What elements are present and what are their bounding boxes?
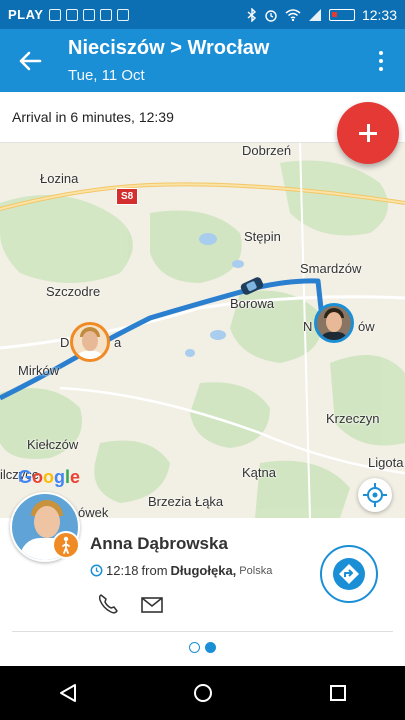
walking-badge	[52, 531, 80, 559]
google-logo: Google	[18, 467, 81, 487]
clock-icon	[90, 564, 103, 577]
map-label: ówek	[78, 505, 109, 518]
directions-icon	[339, 564, 359, 584]
crosshair-icon	[363, 483, 387, 507]
more-menu-icon[interactable]	[371, 49, 391, 73]
back-arrow-icon[interactable]	[16, 47, 44, 75]
driver-avatar-pin[interactable]	[314, 303, 354, 343]
home-nav-icon[interactable]	[191, 681, 215, 705]
pickup-time: 12:18	[106, 563, 139, 578]
app-notification-icon	[83, 8, 96, 21]
passenger-avatar-pin[interactable]	[70, 322, 110, 362]
navigate-button[interactable]	[320, 545, 378, 603]
mail-icon[interactable]	[140, 596, 164, 614]
recents-nav-icon[interactable]	[326, 681, 350, 705]
phone-icon[interactable]	[96, 592, 120, 616]
pickup-place: Długołęka,	[170, 563, 237, 578]
page-dot[interactable]	[189, 642, 200, 653]
clock: 12:33	[361, 6, 397, 23]
map-label: a	[114, 335, 122, 350]
arrival-text: Arrival in 6 minutes, 12:39	[12, 109, 174, 125]
map-label: Ligota	[368, 455, 404, 470]
status-bar: PLAY 12:33	[0, 0, 405, 29]
person-name: Anna Dąbrowska	[90, 534, 228, 553]
my-location-button[interactable]	[358, 478, 392, 512]
gallery-icon	[117, 8, 130, 21]
notification-icon	[49, 8, 62, 21]
map-label: Kiełczów	[27, 437, 79, 452]
page-dot-active[interactable]	[205, 642, 216, 653]
bluetooth-icon	[247, 7, 256, 22]
map-label: Szczodre	[46, 284, 101, 299]
map-label: D	[60, 335, 70, 350]
map-label: Smardzów	[300, 261, 362, 276]
map-label: Mirków	[18, 363, 60, 378]
from-word: from	[141, 563, 168, 578]
map-label: Dobrzeń	[242, 143, 292, 158]
map-label: Stępin	[244, 229, 281, 244]
page-subtitle: Tue, 11 Oct	[68, 67, 145, 84]
divider	[12, 631, 393, 632]
map-label: Łozina	[40, 171, 79, 186]
map-view[interactable]: S8 Dobrzeń Łozina Stępin Smardzów Szczod…	[0, 143, 405, 518]
map-label: Krzeczyn	[326, 411, 380, 426]
map-label: ów	[358, 319, 375, 334]
facebook-icon	[100, 8, 113, 21]
map-label: Borowa	[230, 296, 275, 311]
pickup-country: Polska	[239, 564, 273, 577]
alarm-icon	[265, 9, 277, 22]
system-nav-bar	[0, 666, 405, 720]
app-bar: Nieciszów > Wrocław Tue, 11 Oct	[0, 29, 405, 92]
map-label: N	[303, 319, 313, 334]
battery-icon	[328, 8, 355, 21]
walking-person-icon	[62, 536, 70, 554]
add-button[interactable]	[337, 102, 399, 164]
page-title: Nieciszów > Wrocław	[68, 37, 270, 59]
signal-icon	[308, 8, 321, 21]
person-card[interactable]: Anna Dąbrowska 12:18 from Długołęka, Pol…	[0, 492, 405, 666]
road-sign: S8	[116, 188, 139, 205]
pickup-info: 12:18 from Długołęka, Polska	[90, 563, 272, 578]
facebook-icon	[66, 8, 79, 21]
carrier-label: PLAY	[8, 7, 44, 22]
map-label: Kątna	[242, 465, 276, 480]
map-label: Brzezia Łąka	[148, 494, 224, 509]
wifi-icon	[285, 8, 301, 21]
back-nav-icon[interactable]	[56, 681, 80, 705]
page-indicator	[0, 642, 405, 653]
